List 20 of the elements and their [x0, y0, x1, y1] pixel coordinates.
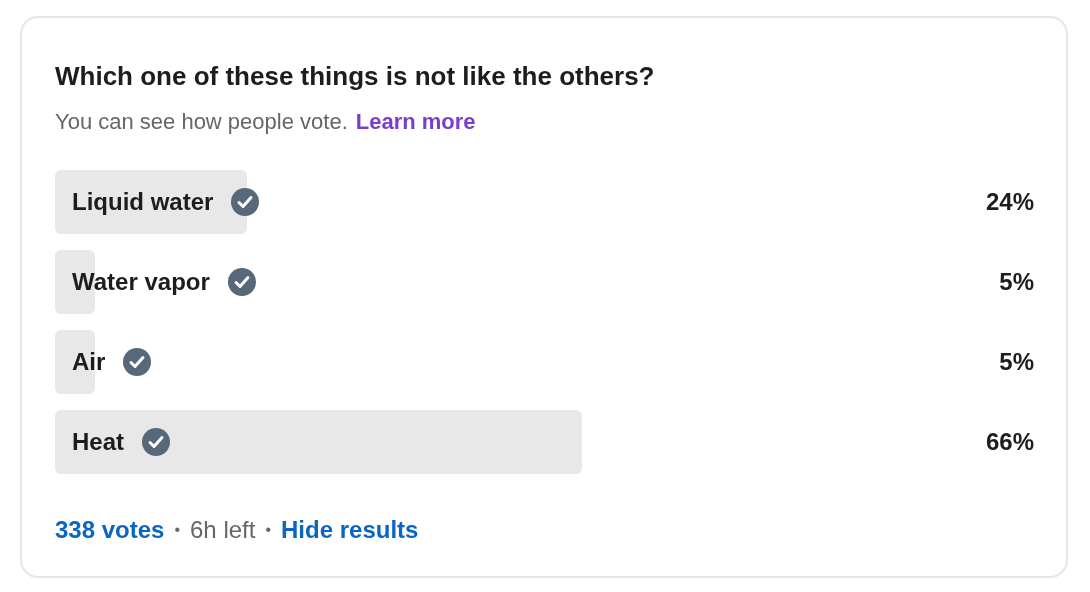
option-percent: 5%	[998, 347, 1034, 377]
option-percent: 24%	[984, 187, 1034, 217]
hide-results-link[interactable]: Hide results	[281, 512, 419, 548]
option-label: Heat	[72, 427, 125, 457]
checkmark-icon	[142, 428, 171, 456]
option-percent: 5%	[998, 267, 1034, 297]
checkmark-icon	[227, 268, 256, 296]
checkmark-icon	[231, 188, 260, 216]
poll-question: Which one of these things is not like the others?	[55, 60, 656, 93]
time-left: 6h left	[190, 515, 256, 545]
option-label: Air	[72, 347, 106, 377]
option-label: Water vapor	[72, 267, 210, 297]
checkmark-icon	[123, 348, 152, 376]
separator-dot: •	[265, 520, 271, 540]
votes-link[interactable]: 338 votes	[55, 512, 165, 548]
option-label: Liquid water	[72, 187, 214, 217]
option-percent: 66%	[984, 427, 1034, 457]
visibility-note: You can see how people vote.	[55, 108, 348, 136]
separator-dot: •	[174, 520, 180, 540]
learn-more-link[interactable]: Learn more	[355, 106, 476, 138]
